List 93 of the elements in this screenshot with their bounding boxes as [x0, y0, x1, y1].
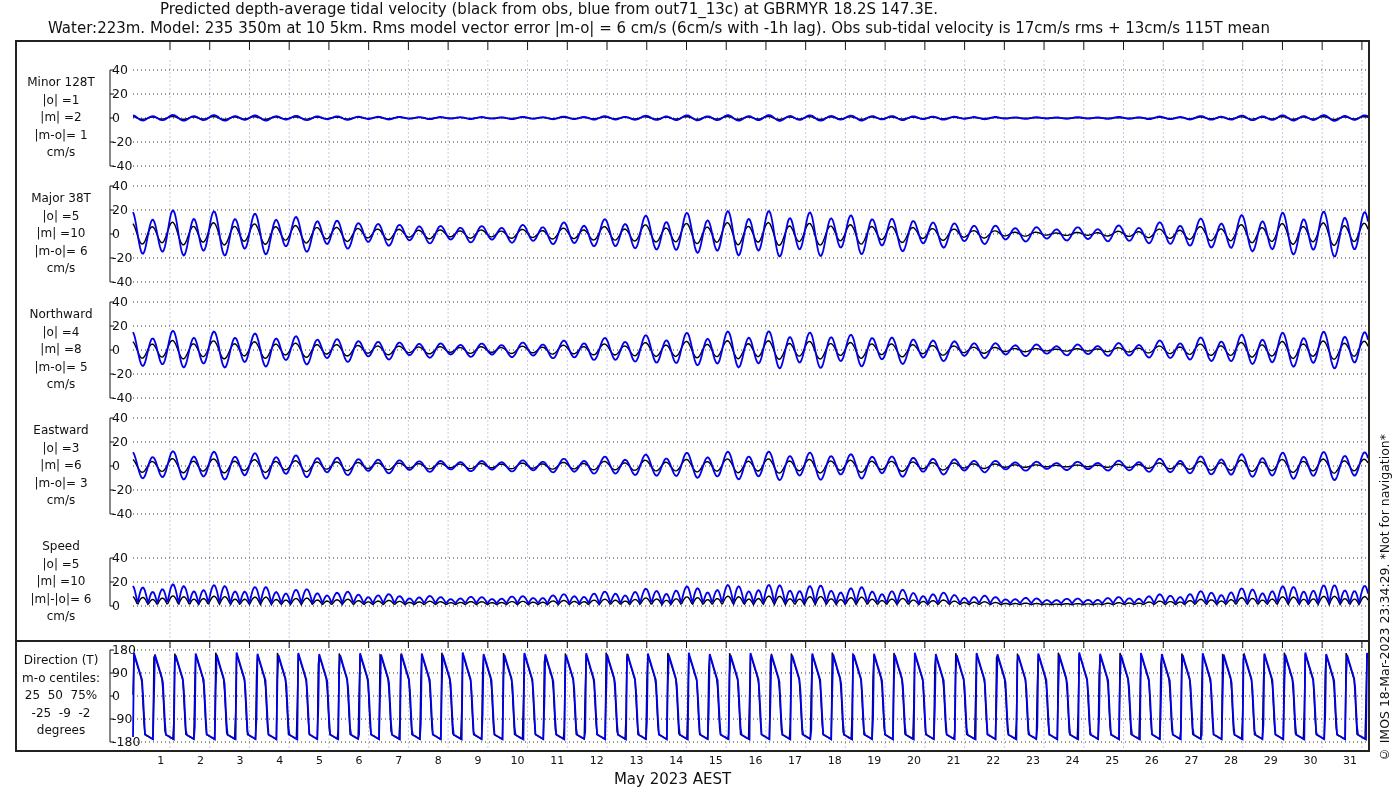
axis-tick-label: 20	[112, 85, 128, 101]
day-label: 16	[747, 753, 764, 769]
panel-label: |m| =2	[40, 109, 82, 127]
axis-tick-label: -40	[112, 273, 133, 289]
panel-label: Eastward	[33, 422, 89, 440]
panel-label: |o| =3	[42, 439, 80, 457]
day-label: 3	[235, 753, 245, 769]
panel-label: Direction (T)	[23, 652, 99, 670]
axis-tick-label: -90	[112, 710, 133, 726]
axis-tick-label: 0	[112, 687, 120, 703]
day-label: 17	[787, 753, 804, 769]
panel-label: Major 38T	[31, 190, 91, 208]
day-label: 31	[1342, 753, 1359, 769]
day-label: 2	[195, 753, 205, 769]
day-label: 25	[1104, 753, 1121, 769]
day-label: 4	[275, 753, 285, 769]
axis-tick-label: -180	[112, 733, 141, 749]
panel-label: |m-o|= 1	[34, 126, 88, 144]
copyright-note: © IMOS 18-Mar-2023 23:34:29. *Not for navigation*	[1376, 433, 1392, 762]
day-label: 5	[314, 753, 324, 769]
axis-tick-label: -20	[112, 249, 133, 265]
day-label: 22	[985, 753, 1002, 769]
axis-tick-label: 40	[112, 549, 128, 565]
axis-tick-label: 40	[112, 177, 128, 193]
axis-tick-label: 40	[112, 409, 128, 425]
panel-label: Northward	[29, 306, 93, 324]
axis-tick-label: 0	[112, 109, 120, 125]
panel-label: cm/s	[46, 144, 76, 162]
axis-tick-label: 20	[112, 433, 128, 449]
day-label: 20	[906, 753, 922, 769]
day-label: 7	[394, 753, 404, 769]
panel-label: |m| =10	[36, 573, 86, 591]
panel-label: |m| =6	[40, 457, 82, 475]
panel-label: m-o centiles:	[21, 669, 100, 687]
day-label: 23	[1024, 753, 1041, 769]
axis-tick-label: 20	[112, 201, 128, 217]
axis-tick-label: -40	[112, 157, 133, 173]
axis-tick-label: 0	[112, 597, 120, 613]
day-label: 29	[1262, 753, 1279, 769]
panel-label: |m| =8	[40, 341, 82, 359]
panel-label: -25 -9 -2	[31, 704, 91, 722]
day-label: 15	[707, 753, 724, 769]
panel-label: |m-o|= 5	[34, 358, 88, 376]
panel-label: |o| =5	[42, 207, 80, 225]
chart-title: Predicted depth-average tidal velocity (black from obs, blue from out71_13c) at GBRMYR 18.2S 147.3E.	[159, 0, 939, 19]
panel-label: |m| =10	[36, 225, 86, 243]
panel-label: |o| =5	[42, 555, 80, 573]
day-label: 8	[433, 753, 443, 769]
axis-tick-label: 40	[112, 61, 128, 77]
axis-tick-label: -40	[112, 389, 133, 405]
panel-label: |o| =4	[42, 323, 80, 341]
day-label: 12	[588, 753, 605, 769]
day-label: 10	[509, 753, 526, 769]
panel-label: |m-o|= 3	[34, 474, 88, 492]
axis-tick-label: 20	[112, 573, 128, 589]
panel-label: cm/s	[46, 260, 76, 278]
panel-label: |m|-|o|= 6	[30, 590, 92, 608]
panel-label: Speed	[42, 538, 80, 556]
axis-tick-label: 20	[112, 317, 128, 333]
panel-label: |m-o|= 6	[34, 242, 88, 260]
day-label: 24	[1064, 753, 1081, 769]
day-label: 11	[549, 753, 566, 769]
axis-tick-label: 180	[112, 642, 136, 657]
axis-tick-label: 0	[112, 457, 120, 473]
x-axis-label: May 2023 AEST	[612, 770, 733, 788]
day-label: 1	[156, 753, 166, 769]
axis-tick-label: -20	[112, 481, 133, 497]
panel-label: cm/s	[46, 376, 76, 394]
axis-tick-label: -40	[112, 505, 133, 521]
day-label: 26	[1143, 753, 1160, 769]
axis-tick-label: -20	[112, 133, 133, 149]
day-label: 28	[1223, 753, 1240, 769]
panel-label: Minor 128T	[27, 74, 95, 92]
axis-tick-label: 90	[112, 664, 128, 680]
day-label: 27	[1183, 753, 1200, 769]
day-label: 19	[866, 753, 883, 769]
day-label: 21	[945, 753, 962, 769]
day-label: 14	[668, 753, 685, 769]
day-label: 18	[826, 753, 843, 769]
day-label: 30	[1302, 753, 1319, 769]
axis-tick-label: 40	[112, 293, 128, 309]
day-label: 6	[354, 753, 364, 769]
axis-tick-label: -20	[112, 365, 133, 381]
day-label: 9	[473, 753, 483, 769]
day-label: 13	[628, 753, 645, 769]
panel-label: cm/s	[46, 608, 76, 626]
panel-label: degrees	[36, 722, 86, 740]
panel-label: |o| =1	[42, 91, 80, 109]
panel-label: cm/s	[46, 492, 76, 510]
axis-tick-label: 0	[112, 341, 120, 357]
chart-title: Water:223m. Model: 235 350m at 10 5km. Rms model vector error |m-o| = 6 cm/s (6cm/s with -1h lag). Obs sub-tidal velocity is 17cm/s rms + 13cm/s 115T mean	[47, 19, 1271, 38]
axis-tick-label: 0	[112, 225, 120, 241]
panel-label: 25 50 75%	[24, 687, 98, 705]
